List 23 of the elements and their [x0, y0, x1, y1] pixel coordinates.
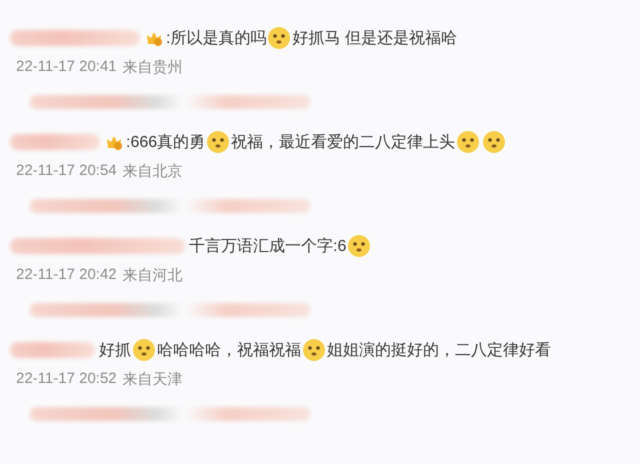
- comment-location: 来自北京: [122, 162, 183, 181]
- comment-text: :666真的勇: [126, 132, 206, 152]
- emoji-icon: [302, 338, 326, 362]
- comment-time: 22-11-17 20:42: [16, 266, 117, 285]
- emoji-icon: [267, 26, 292, 50]
- comment-text: 姐姐演的挺好的，二八定律好看: [327, 340, 551, 360]
- emoji-icon: [456, 130, 480, 154]
- comment-time: 22-11-17 20:41: [16, 58, 117, 77]
- comment-time: 22-11-17 20:52: [16, 370, 117, 389]
- comment-location: 来自贵州: [122, 58, 183, 77]
- emoji-icon: [482, 130, 506, 154]
- comment-text: 好抓马 但是还是祝福哈: [292, 28, 457, 48]
- comment-time: 22-11-17 20:54: [16, 162, 117, 181]
- emoji-icon: [206, 130, 230, 154]
- comment-text: :所以是真的吗: [166, 28, 266, 48]
- comment-location: 来自河北: [122, 266, 183, 285]
- comment-location: 来自天津: [122, 370, 183, 389]
- comment-text: 千言万语汇成一个字:6: [189, 236, 346, 256]
- emoji-icon: [347, 234, 372, 258]
- comment-text: 好抓: [99, 340, 131, 360]
- comment-text: 祝福，最近看爱的二八定律上头: [231, 132, 456, 152]
- comment-text: 哈哈哈哈，祝福祝福: [157, 340, 301, 360]
- emoji-icon: [132, 338, 156, 362]
